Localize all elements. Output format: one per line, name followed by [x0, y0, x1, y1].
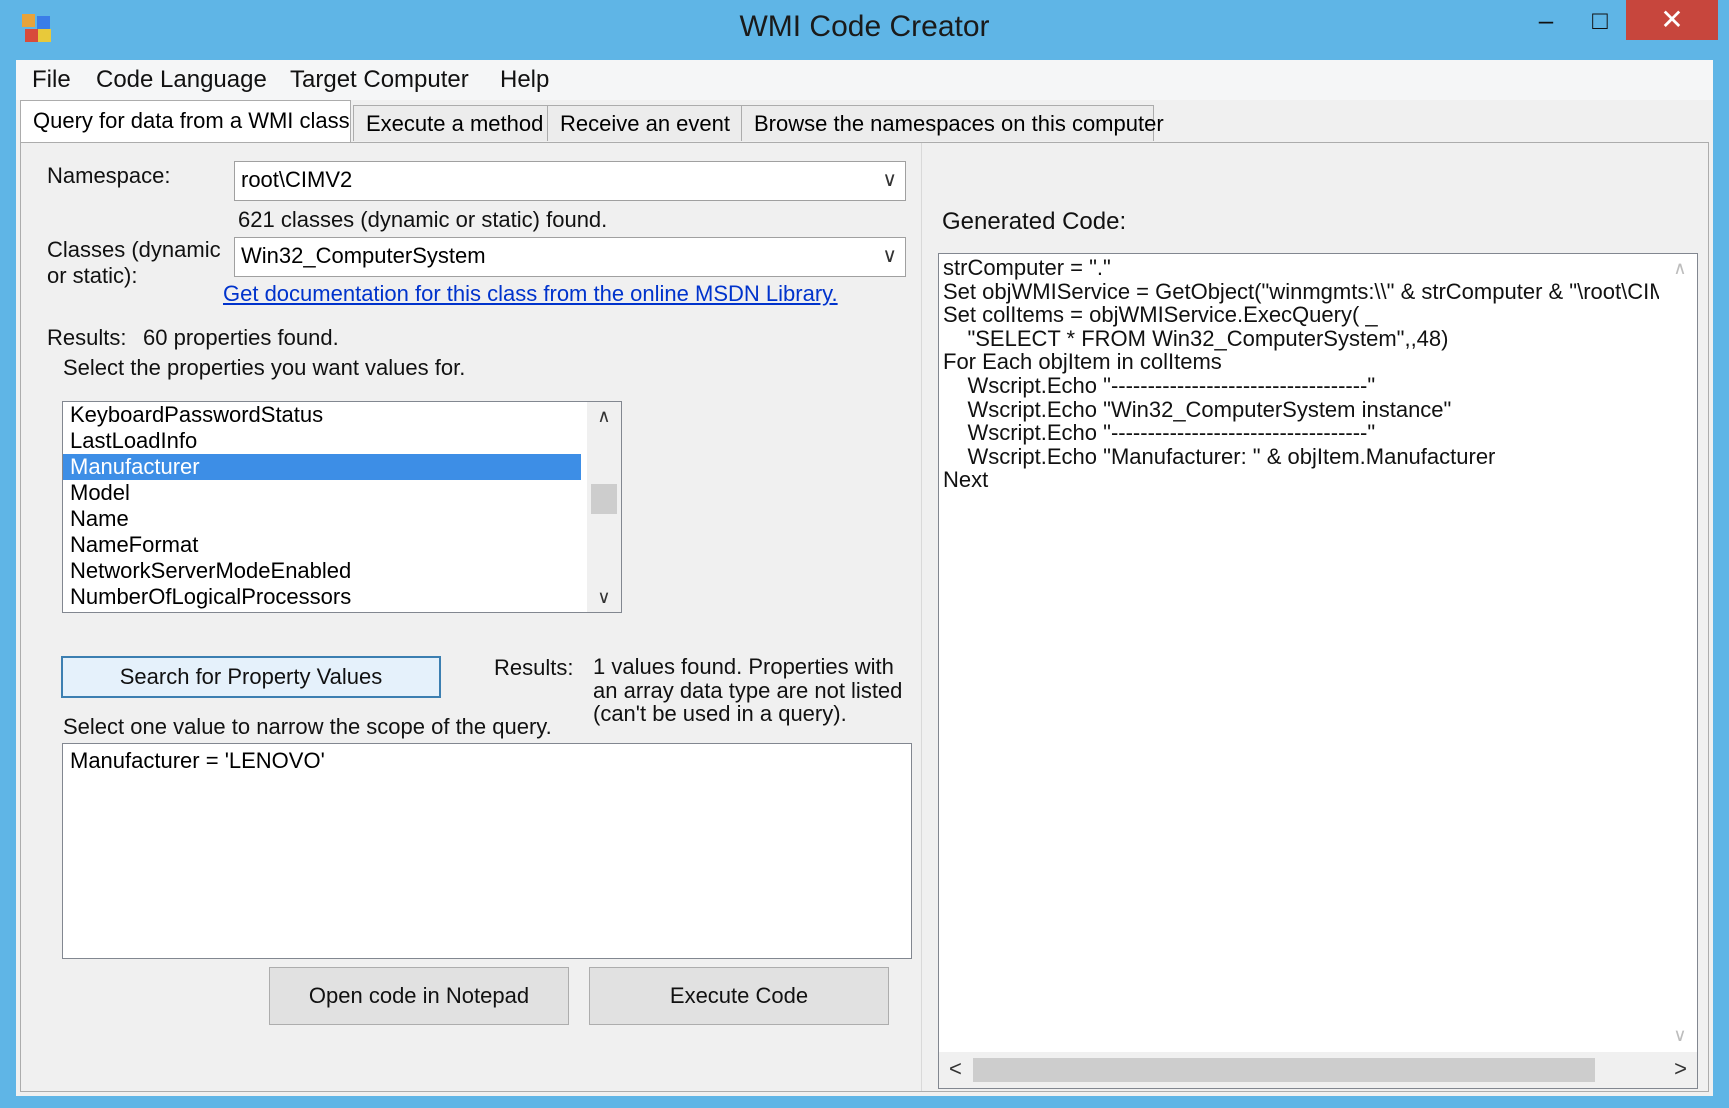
menu-code-language[interactable]: Code Language: [96, 64, 267, 96]
class-value: Win32_ComputerSystem: [241, 243, 486, 268]
close-button[interactable]: ✕: [1626, 0, 1718, 40]
scroll-thumb[interactable]: [591, 484, 617, 514]
classes-label-2: or static):: [47, 263, 138, 288]
list-item[interactable]: LastLoadInfo: [63, 428, 581, 454]
values-listbox[interactable]: Manufacturer = 'LENOVO': [62, 743, 912, 959]
scroll-up-icon[interactable]: ∧: [587, 406, 621, 427]
select-properties-label: Select the properties you want values fo…: [63, 355, 466, 380]
tab-query[interactable]: Query for data from a WMI class: [20, 100, 351, 144]
scroll-down-icon[interactable]: ∨: [587, 587, 621, 608]
client-area: File Code Language Target Computer Help …: [16, 60, 1713, 1096]
namespace-label: Namespace:: [47, 163, 171, 188]
query-panel: Namespace: root\CIMV2 ∨ 621 classes (dyn…: [20, 142, 1709, 1092]
maximize-button[interactable]: □: [1568, 0, 1632, 40]
values-found-text-3: (can't be used in a query).: [593, 701, 847, 726]
code-line: Wscript.Echo "--------------------------…: [943, 420, 1376, 446]
namespace-combo[interactable]: root\CIMV2 ∨: [234, 161, 906, 201]
code-line: Set colItems = objWMIService.ExecQuery( …: [943, 302, 1378, 328]
search-property-values-button[interactable]: Search for Property Values: [61, 656, 441, 698]
list-item[interactable]: NetworkServerModeEnabled: [63, 558, 581, 584]
chevron-down-icon[interactable]: ∨: [882, 238, 897, 274]
panel-splitter[interactable]: [921, 143, 922, 1091]
code-line: strComputer = ".": [943, 256, 1111, 280]
tab-browse-namespaces[interactable]: Browse the namespaces on this computer: [741, 105, 1164, 141]
list-item[interactable]: KeyboardPasswordStatus: [63, 402, 581, 428]
code-line: "SELECT * FROM Win32_ComputerSystem",,48…: [943, 325, 1449, 351]
namespace-value: root\CIMV2: [241, 167, 353, 192]
code-line: For Each objItem in colItems: [943, 349, 1222, 375]
select-value-label: Select one value to narrow the scope of …: [63, 714, 552, 739]
chevron-down-icon[interactable]: ∨: [882, 162, 897, 198]
msdn-doc-link[interactable]: Get documentation for this class from th…: [223, 281, 838, 307]
generated-code-label: Generated Code:: [942, 208, 1127, 235]
code-line: Wscript.Echo "Win32_ComputerSystem insta…: [943, 396, 1452, 422]
tab-execute-method[interactable]: Execute a method: [353, 105, 549, 141]
list-item[interactable]: Manufacturer = 'LENOVO': [70, 748, 904, 774]
title-bar[interactable]: WMI Code Creator – □ ✕: [0, 0, 1729, 57]
list-item[interactable]: NameFormat: [63, 532, 581, 558]
code-vertical-scrollbar[interactable]: ∧ ∨: [1663, 254, 1697, 1050]
class-combo[interactable]: Win32_ComputerSystem ∨: [234, 237, 906, 277]
code-line: Wscript.Echo "--------------------------…: [943, 372, 1376, 398]
properties-scrollbar[interactable]: ∧ ∨: [587, 402, 621, 612]
tab-receive-event[interactable]: Receive an event: [547, 105, 743, 141]
code-line: Wscript.Echo "Manufacturer: " & objItem.…: [943, 443, 1496, 469]
list-item-selected[interactable]: Manufacturer: [63, 454, 581, 480]
values-found-text: 1 values found. Properties with: [593, 654, 894, 679]
scroll-left-icon[interactable]: <: [949, 1056, 962, 1082]
app-window: WMI Code Creator – □ ✕ File Code Languag…: [0, 0, 1729, 1108]
properties-found-text: 60 properties found.: [143, 325, 339, 350]
execute-code-button[interactable]: Execute Code: [589, 967, 889, 1025]
menu-bar: File Code Language Target Computer Help: [16, 60, 1713, 100]
scroll-up-icon[interactable]: ∧: [1663, 258, 1697, 279]
window-title: WMI Code Creator: [739, 10, 990, 43]
scroll-down-icon[interactable]: ∨: [1663, 1025, 1697, 1046]
open-notepad-button[interactable]: Open code in Notepad: [269, 967, 569, 1025]
code-line: Set objWMIService = GetObject("winmgmts:…: [943, 278, 1659, 304]
scroll-thumb[interactable]: [973, 1058, 1595, 1082]
menu-help[interactable]: Help: [500, 64, 549, 96]
classes-label: Classes (dynamic: [47, 237, 221, 262]
code-line: Next: [943, 467, 989, 492]
code-horizontal-scrollbar[interactable]: < >: [939, 1052, 1697, 1088]
list-item[interactable]: NumberOfLogicalProcessors: [63, 584, 581, 610]
list-item[interactable]: Model: [63, 480, 581, 506]
classes-found-text: 621 classes (dynamic or static) found.: [238, 207, 608, 232]
menu-target-computer[interactable]: Target Computer: [290, 64, 469, 96]
properties-results-label: Results:: [47, 325, 127, 350]
scroll-right-icon[interactable]: >: [1674, 1056, 1687, 1082]
generated-code-box[interactable]: strComputer = "." Set objWMIService = Ge…: [938, 253, 1698, 1089]
properties-listbox[interactable]: KeyboardPasswordStatus LastLoadInfo Manu…: [62, 401, 622, 613]
menu-file[interactable]: File: [32, 64, 71, 96]
values-results-label: Results:: [494, 655, 574, 680]
list-item[interactable]: Name: [63, 506, 581, 532]
code-lines: strComputer = "." Set objWMIService = Ge…: [943, 256, 1659, 492]
